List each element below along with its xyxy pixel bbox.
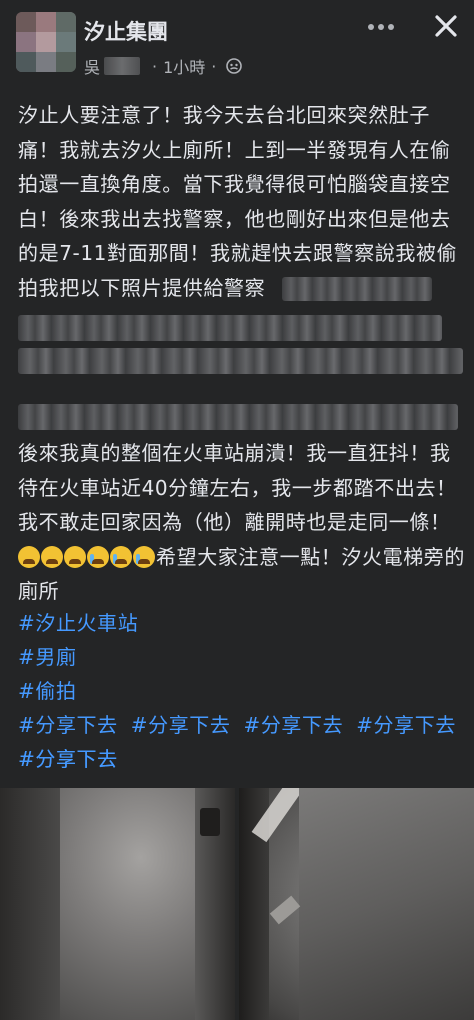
author-name[interactable]: 吳: [84, 54, 100, 78]
hashtag-link[interactable]: #分享下去: [356, 713, 456, 737]
post-photo-2[interactable]: [239, 788, 474, 1020]
post-time[interactable]: 1小時: [163, 54, 205, 78]
hashtag-link[interactable]: #分享下去: [243, 713, 343, 737]
post-photo-1[interactable]: [0, 788, 235, 1020]
redacted-text: [282, 277, 433, 301]
meta-separator-2: ·: [211, 56, 217, 76]
close-icon[interactable]: [430, 10, 462, 42]
crying-face-icon: [64, 545, 86, 568]
author-name-blurred: [104, 57, 141, 75]
hashtag-link[interactable]: #分享下去: [18, 713, 118, 737]
post-paragraph-2: 後來我真的整個在火車站崩潰！我一直狂抖！我待在火車站近40分鐘左右，我一步都踏不…: [18, 441, 457, 534]
post-header: 汐止集團 吳 · 1小時 ·: [0, 0, 474, 82]
group-name[interactable]: 汐止集團: [84, 16, 168, 46]
privacy-group-icon: [226, 58, 243, 74]
redacted-line: [18, 315, 442, 341]
hashtag-link[interactable]: #男廁: [18, 645, 77, 669]
post-body-text: 汐止人要注意了！我今天去台北回來突然肚子痛！我就去汐火上廁所！上到一半發現有人在…: [18, 98, 463, 305]
meta-separator: ·: [152, 56, 158, 76]
loudly-crying-face-icon: [133, 545, 155, 568]
crying-face-icon: [41, 545, 63, 568]
crying-face-icon: [18, 545, 40, 568]
post-body-text-2: 後來我真的整個在火車站崩潰！我一直狂抖！我待在火車站近40分鐘左右，我一步都踏不…: [18, 436, 468, 609]
group-avatar[interactable]: [16, 12, 76, 72]
hashtag-link[interactable]: #汐止火車站: [18, 611, 138, 635]
loudly-crying-face-icon: [110, 545, 132, 568]
loudly-crying-face-icon: [87, 545, 109, 568]
redacted-line: [18, 404, 458, 430]
hashtag-link[interactable]: #分享下去: [131, 713, 231, 737]
redacted-line: [18, 348, 463, 374]
more-options-icon[interactable]: [366, 12, 396, 42]
post-paragraph-1: 汐止人要注意了！我今天去台北回來突然肚子痛！我就去汐火上廁所！上到一半發現有人在…: [18, 103, 458, 300]
hashtag-link[interactable]: #分享下去: [18, 747, 118, 771]
post-meta: 吳 · 1小時 ·: [84, 54, 243, 78]
hashtag-list: #汐止火車站 #男廁 #偷拍 #分享下去 #分享下去 #分享下去 #分享下去 #…: [18, 606, 474, 776]
hashtag-link[interactable]: #偷拍: [18, 679, 77, 703]
